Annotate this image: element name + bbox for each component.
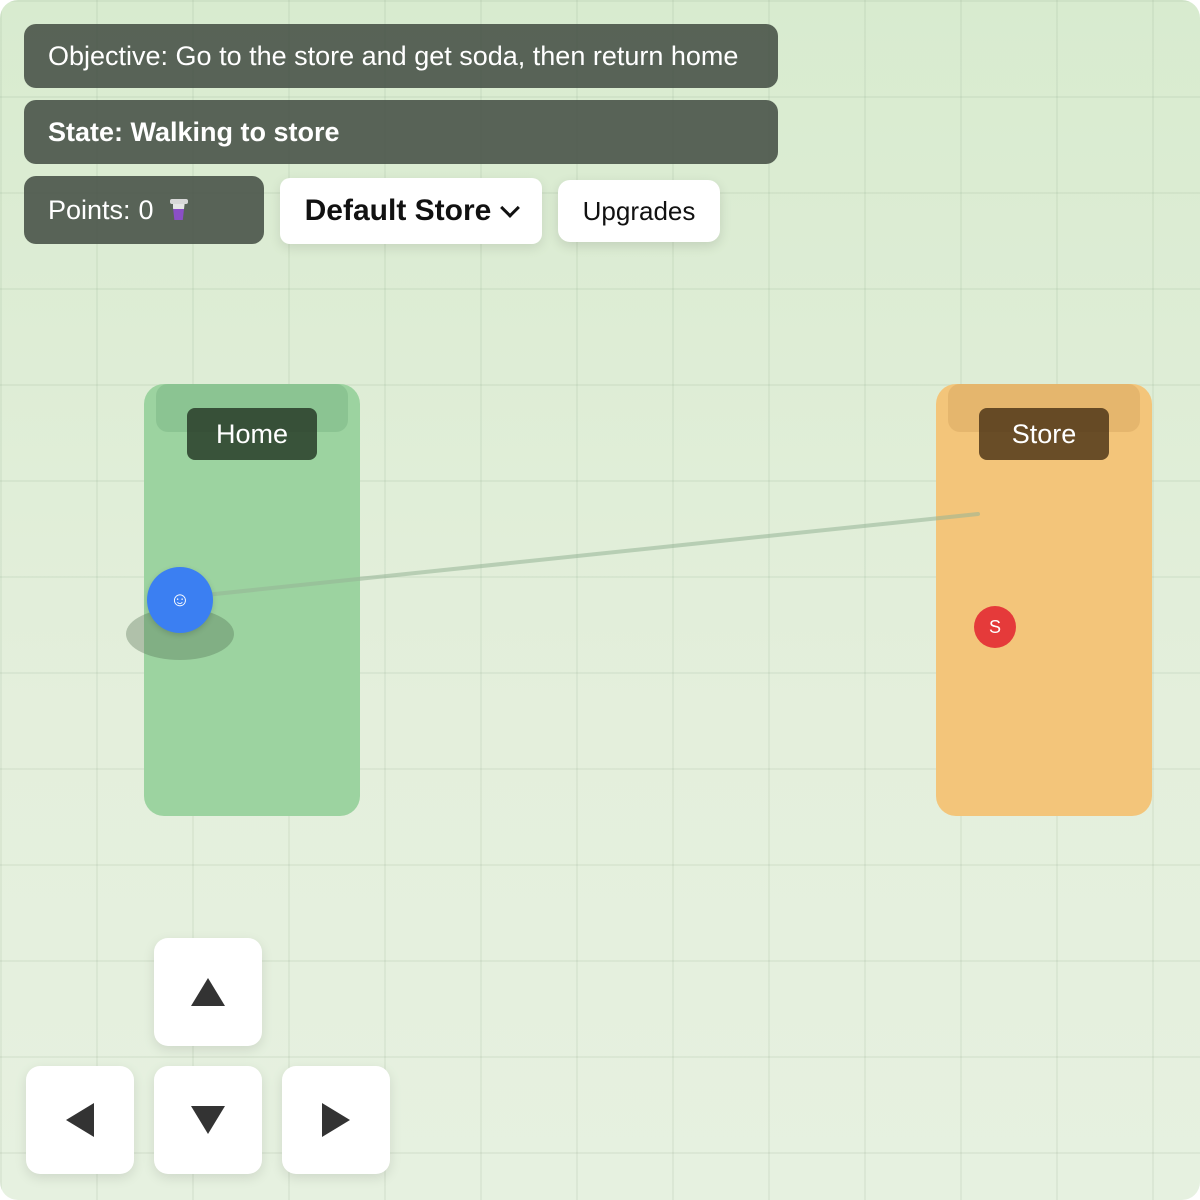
shopkeeper-label: S xyxy=(988,616,1001,637)
chevron-down-icon xyxy=(500,198,521,218)
shopkeeper-npc: S xyxy=(974,606,1016,648)
store-zone-label: Store xyxy=(979,408,1109,460)
arrow-down-icon xyxy=(191,1106,225,1134)
state-banner: State: Walking to store xyxy=(24,100,778,164)
player-face-icon: ☺ xyxy=(169,588,191,611)
state-text: State: Walking to store xyxy=(48,116,340,147)
arrow-right-icon xyxy=(322,1103,350,1137)
objective-banner: Objective: Go to the store and get soda,… xyxy=(24,24,778,88)
points-value: 0 xyxy=(138,194,154,225)
home-zone-label: Home xyxy=(187,408,317,460)
store-select-dropdown[interactable]: Default Store xyxy=(280,178,542,244)
points-label: Points: xyxy=(48,194,131,225)
move-up-button[interactable] xyxy=(154,938,262,1046)
player-avatar: ☺ xyxy=(147,567,213,633)
move-right-button[interactable] xyxy=(282,1066,390,1174)
move-down-button[interactable] xyxy=(154,1066,262,1174)
store-select-value: Default Store xyxy=(304,194,492,227)
arrow-left-icon xyxy=(66,1103,94,1137)
store-zone: Store xyxy=(936,384,1152,816)
points-display: Points: 0 xyxy=(24,176,264,244)
move-left-button[interactable] xyxy=(26,1066,134,1174)
soda-cup-icon xyxy=(169,199,188,221)
arrow-up-icon xyxy=(191,978,225,1006)
objective-text: Objective: Go to the store and get soda,… xyxy=(48,40,739,71)
game-board: Objective: Go to the store and get soda,… xyxy=(0,0,1200,1200)
upgrades-button[interactable]: Upgrades xyxy=(558,180,720,242)
